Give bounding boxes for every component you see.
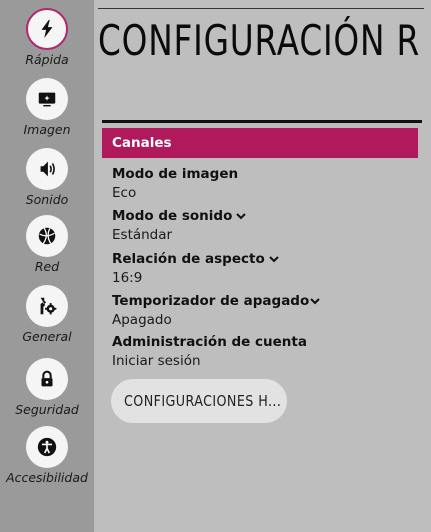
all-settings-button-label: CONFIGURACIONES H... [124,392,282,410]
setting-administracion-cuenta[interactable]: Administración de cuenta Iniciar sesión [112,333,412,370]
section-header-canales[interactable]: Canales [102,128,418,158]
sidebar: Rápida Imagen Sonido Red General Segurid… [0,0,94,532]
sidebar-item-red[interactable]: Red [0,215,94,277]
accessibility-icon [26,426,68,468]
page-title: CONFIGURACIÓN R [98,16,421,65]
setting-label: Modo de sonido [112,207,412,224]
picture-icon [26,78,68,120]
setting-label-text: Relación de aspecto [112,250,265,267]
chevron-down-icon [269,255,279,262]
section-divider [102,120,422,123]
sidebar-item-label: Sonido [25,192,69,207]
sidebar-item-seguridad[interactable]: Seguridad [0,358,94,420]
all-settings-button[interactable]: CONFIGURACIONES H... [111,379,287,423]
setting-label: Temporizador de apagado [112,292,412,309]
setting-label: Relación de aspecto [112,250,412,267]
sidebar-item-accesibilidad[interactable]: Accesibilidad [0,426,94,488]
chevron-down-icon [236,212,247,219]
setting-relacion-aspecto[interactable]: Relación de aspecto 16:9 [112,250,412,287]
setting-value: Estándar [112,227,173,243]
setting-modo-sonido[interactable]: Modo de sonido Estándar [112,207,412,244]
setting-label-text: Modo de imagen [112,165,239,182]
setting-value: 16:9 [112,270,143,286]
chevron-down-icon [310,297,320,304]
sidebar-item-label: Accesibilidad [6,470,88,485]
setting-value: Iniciar sesión [112,353,201,369]
setting-label-text: Temporizador de apagado [112,292,310,309]
setting-value: Apagado [112,312,172,328]
sidebar-item-label: Seguridad [15,402,79,417]
setting-label-text: Modo de sonido [112,207,233,224]
speaker-icon [26,148,68,190]
wrench-gear-icon [26,285,68,327]
bolt-icon [26,8,68,50]
sidebar-item-sonido[interactable]: Sonido [0,148,94,210]
setting-value: Eco [112,185,137,201]
sidebar-item-imagen[interactable]: Imagen [0,78,94,140]
sidebar-item-label: Rápida [25,52,69,67]
sidebar-item-label: Imagen [23,122,71,137]
setting-label-text: Administración de cuenta [112,333,307,350]
sidebar-item-label: Red [34,259,60,274]
lock-icon [26,358,68,400]
setting-temporizador-apagado[interactable]: Temporizador de apagado Apagado [112,292,412,329]
setting-modo-imagen[interactable]: Modo de imagen Eco [112,165,412,202]
title-container: CONFIGURACIÓN R [98,10,431,76]
sidebar-item-label: General [22,329,72,344]
top-divider [98,8,424,9]
sidebar-item-general[interactable]: General [0,285,94,347]
setting-label: Administración de cuenta [112,333,412,350]
sidebar-item-rapida[interactable]: Rápida [0,8,94,70]
globe-icon [26,215,68,257]
setting-label: Modo de imagen [112,165,412,182]
